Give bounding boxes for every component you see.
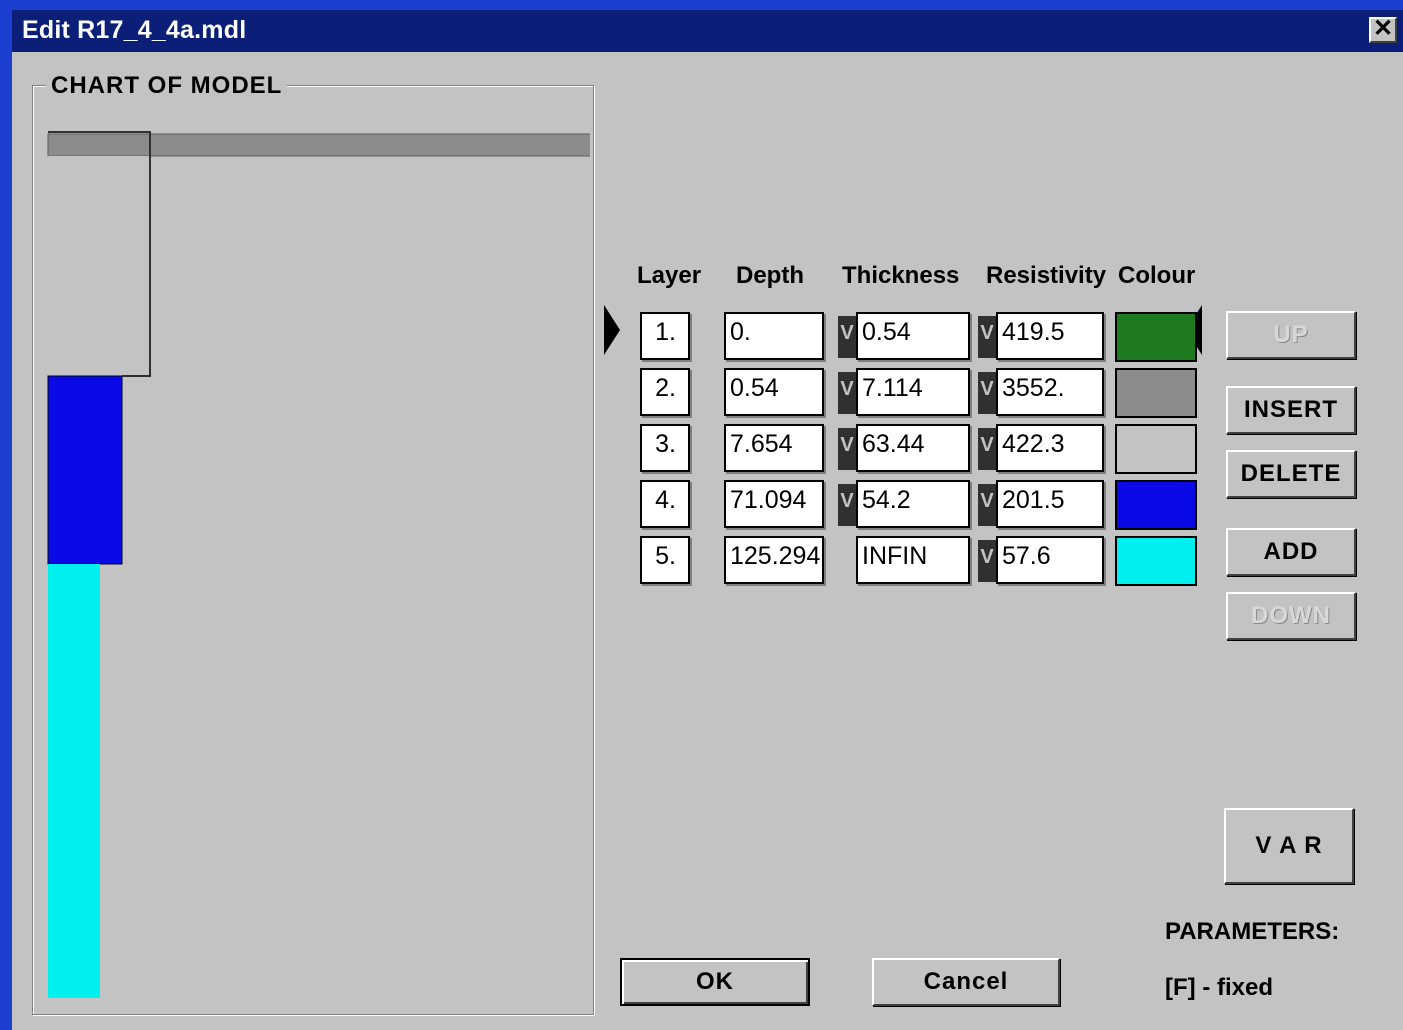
resistivity-field[interactable]: 422.3: [996, 424, 1104, 472]
header-colour: Colour: [1118, 262, 1196, 289]
thickness-variable-flag[interactable]: V: [838, 316, 856, 358]
resistivity-field[interactable]: 419.5: [996, 312, 1104, 360]
chart-layer-3: [48, 156, 150, 376]
chart-group-label: CHART OF MODEL: [46, 72, 288, 100]
thickness-field[interactable]: 63.44: [856, 424, 970, 472]
resistivity-field[interactable]: 3552.: [996, 368, 1104, 416]
header-resistivity: Resistivity: [986, 262, 1107, 289]
title-bar[interactable]: Edit R17_4_4a.mdl ✕: [12, 10, 1403, 52]
thickness-variable-flag[interactable]: V: [838, 428, 856, 470]
parameters-label: PARAMETERS:: [1165, 918, 1340, 945]
down-button[interactable]: DOWN: [1226, 592, 1356, 640]
insert-button[interactable]: INSERT: [1226, 386, 1356, 434]
resistivity-field[interactable]: 57.6: [996, 536, 1104, 584]
depth-field[interactable]: 0.54: [724, 368, 824, 416]
header-thickness: Thickness: [842, 262, 960, 289]
thickness-variable-flag[interactable]: V: [838, 484, 856, 526]
depth-field[interactable]: 0.: [724, 312, 824, 360]
close-icon: ✕: [1372, 15, 1394, 42]
colour-swatch[interactable]: [1115, 368, 1197, 418]
resistivity-variable-flag[interactable]: V: [978, 372, 996, 414]
fixed-legend: [F] - fixed: [1165, 974, 1273, 1001]
cancel-button[interactable]: Cancel: [872, 958, 1060, 1006]
layer-number-cell[interactable]: 2.: [640, 368, 690, 416]
header-depth: Depth: [736, 262, 804, 289]
window-title: Edit R17_4_4a.mdl: [22, 16, 247, 44]
model-chart: [47, 131, 590, 998]
depth-field[interactable]: 7.654: [724, 424, 824, 472]
layer-number-cell[interactable]: 4.: [640, 480, 690, 528]
depth-field[interactable]: 125.294: [724, 536, 824, 584]
thickness-field[interactable]: 54.2: [856, 480, 970, 528]
delete-button[interactable]: DELETE: [1226, 450, 1356, 498]
chart-layer-4: [47, 375, 123, 565]
current-row-marker-icon: [604, 305, 620, 355]
depth-field[interactable]: 71.094: [724, 480, 824, 528]
colour-swatch[interactable]: [1115, 480, 1197, 530]
var-button[interactable]: V A R: [1224, 808, 1354, 884]
thickness-field[interactable]: INFIN: [856, 536, 970, 584]
resistivity-variable-flag[interactable]: V: [978, 484, 996, 526]
close-button[interactable]: ✕: [1369, 17, 1397, 43]
colour-swatch[interactable]: [1115, 312, 1197, 362]
resistivity-variable-flag[interactable]: V: [978, 316, 996, 358]
layer-number-cell[interactable]: 1.: [640, 312, 690, 360]
resistivity-variable-flag[interactable]: V: [978, 428, 996, 470]
layer-number-cell[interactable]: 5.: [640, 536, 690, 584]
chart-layer-2: [47, 133, 590, 157]
up-button[interactable]: UP: [1226, 311, 1356, 359]
resistivity-variable-flag[interactable]: V: [978, 540, 996, 582]
thickness-field[interactable]: 7.114: [856, 368, 970, 416]
thickness-field[interactable]: 0.54: [856, 312, 970, 360]
layer-number-cell[interactable]: 3.: [640, 424, 690, 472]
colour-swatch[interactable]: [1115, 424, 1197, 474]
ok-button[interactable]: OK: [620, 958, 810, 1006]
resistivity-field[interactable]: 201.5: [996, 480, 1104, 528]
thickness-variable-flag[interactable]: V: [838, 372, 856, 414]
chart-layer-5: [48, 564, 100, 998]
header-layer: Layer: [637, 262, 702, 289]
colour-swatch[interactable]: [1115, 536, 1197, 586]
add-button[interactable]: ADD: [1226, 528, 1356, 576]
